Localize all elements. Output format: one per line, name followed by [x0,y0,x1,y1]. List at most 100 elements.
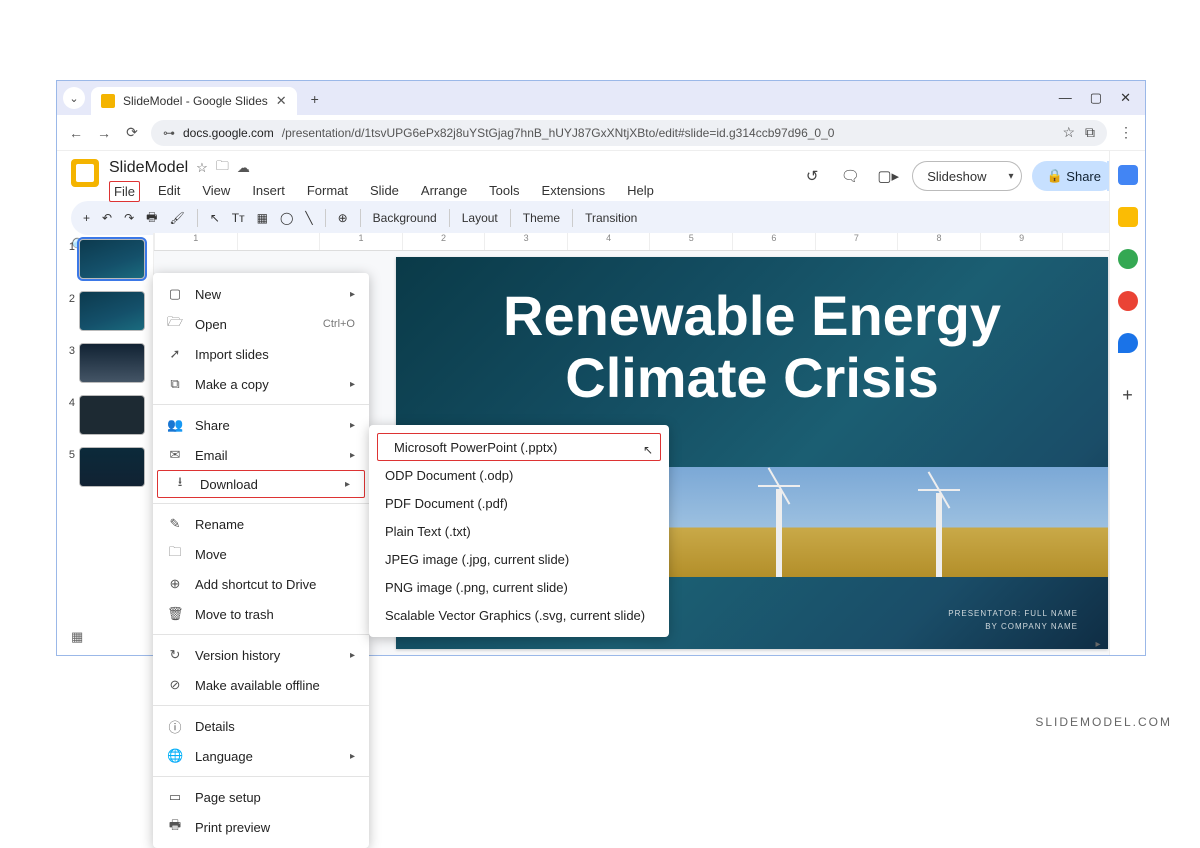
slideshow-button[interactable]: Slideshow [912,161,1000,191]
maximize-button[interactable]: ▢ [1090,90,1102,106]
download-option[interactable]: PDF Document (.pdf) [369,489,669,517]
tasks-icon[interactable] [1118,249,1138,269]
browser-menu-button[interactable]: ⋮ [1117,124,1135,141]
forward-button[interactable]: → [95,125,113,141]
download-submenu: ↖ Microsoft PowerPoint (.pptx)ODP Docume… [369,425,669,637]
tab-search-button[interactable]: ⌄ [63,87,85,109]
details-icon: ⓘ [167,717,183,736]
meet-icon[interactable]: ▢▸ [874,162,902,190]
browser-tab[interactable]: SlideModel - Google Slides ✕ [91,87,297,115]
site-info-icon[interactable]: ⊶ [163,126,175,140]
share-icon: 👥 [167,417,183,433]
move-icon[interactable]: 🗀 [216,157,229,179]
reload-button[interactable]: ⟳ [123,124,141,141]
slide-thumb-2[interactable] [79,291,145,331]
file-menu-download[interactable]: ⭳Download▸ [157,470,365,498]
add-slide-button[interactable]: + [83,211,90,225]
download-option[interactable]: Microsoft PowerPoint (.pptx) [377,433,661,461]
comments-icon[interactable]: 🗨 [836,162,864,190]
file-menu-email[interactable]: ✉Email▸ [153,440,369,470]
file-menu-rename[interactable]: ✎Rename [153,509,369,539]
file-menu-move[interactable]: 🗀Move [153,539,369,569]
file-menu-print-preview[interactable]: 🖶Print preview [153,812,369,842]
file-menu-open[interactable]: 🗁OpenCtrl+O [153,309,369,339]
menu-extensions[interactable]: Extensions [538,181,610,202]
comment-add-icon[interactable]: ⊕ [338,211,348,225]
maps-icon[interactable] [1118,333,1138,353]
file-menu-version-history[interactable]: ↻Version history▸ [153,640,369,670]
scroll-right-icon[interactable]: ▸ [1091,639,1105,649]
new-tab-button[interactable]: + [303,87,327,111]
download-option[interactable]: PNG image (.png, current slide) [369,573,669,601]
cursor-tool-icon[interactable]: ↖ [210,211,220,225]
menu-view[interactable]: View [198,181,234,202]
star-icon[interactable]: ☆ [196,160,208,176]
redo-button[interactable]: ↷ [124,211,134,225]
file-menu-import-slides[interactable]: ➚Import slides [153,339,369,369]
menu-file[interactable]: File [109,181,140,202]
bookmark-icon[interactable]: ☆ [1062,124,1075,141]
back-button[interactable]: ← [67,125,85,141]
background-button[interactable]: Background [373,211,437,225]
submenu-arrow-icon: ▸ [345,479,350,490]
menu-format[interactable]: Format [303,181,352,202]
layout-button[interactable]: Layout [462,211,498,225]
download-option[interactable]: Scalable Vector Graphics (.svg, current … [369,601,669,629]
menu-edit[interactable]: Edit [154,181,184,202]
close-tab-icon[interactable]: ✕ [276,93,287,109]
download-option[interactable]: Plain Text (.txt) [369,517,669,545]
slide-thumb-1[interactable] [79,239,145,279]
download-option[interactable]: ODP Document (.odp) [369,461,669,489]
keep-icon[interactable] [1118,207,1138,227]
transition-button[interactable]: Transition [585,211,637,225]
file-menu-page-setup[interactable]: ▭Page setup [153,782,369,812]
extensions-icon[interactable]: ⧉ [1085,124,1095,141]
file-menu-make-available-offline[interactable]: ⊘Make available offline [153,670,369,700]
version-history-icon: ↻ [167,647,183,663]
file-menu-add-shortcut-to-drive[interactable]: ⊕Add shortcut to Drive [153,569,369,599]
shape-tool-icon[interactable]: ◯ [280,211,293,225]
download-option[interactable]: JPEG image (.jpg, current slide) [369,545,669,573]
line-tool-icon[interactable]: ╲ [305,211,312,225]
slide-thumb-4[interactable] [79,395,145,435]
submenu-arrow-icon: ▸ [350,379,355,390]
language-icon: 🌐 [167,748,183,764]
cloud-status-icon[interactable]: ☁ [237,160,250,176]
add-shortcut-to-drive-icon: ⊕ [167,576,183,592]
page-setup-icon: ▭ [167,789,183,805]
file-menu-language[interactable]: 🌐Language▸ [153,741,369,771]
undo-button[interactable]: ↶ [102,211,112,225]
paint-format-button[interactable]: 🖌 [169,211,184,225]
addons-button[interactable]: + [1122,385,1133,406]
slide-thumb-3[interactable] [79,343,145,383]
grid-view-icon[interactable]: ▦ [71,629,83,645]
contacts-icon[interactable] [1118,291,1138,311]
menu-slide[interactable]: Slide [366,181,403,202]
close-window-button[interactable]: ✕ [1120,90,1131,106]
file-menu-details[interactable]: ⓘDetails [153,711,369,741]
print-button[interactable]: 🖶 [146,208,157,229]
slides-logo-icon[interactable] [71,159,99,187]
app-header: SlideModel ☆ 🗀 ☁ File Edit View Insert F… [57,151,1145,197]
share-button[interactable]: 🔒 Share [1032,161,1115,191]
menu-tools[interactable]: Tools [485,181,523,202]
history-icon[interactable]: ↺ [798,162,826,190]
minimize-button[interactable]: — [1059,90,1072,106]
file-menu-new[interactable]: ▢New▸ [153,279,369,309]
theme-button[interactable]: Theme [523,211,560,225]
slideshow-dropdown[interactable]: ▾ [1000,161,1022,191]
image-tool-icon[interactable]: ▦ [257,211,268,225]
calendar-icon[interactable] [1118,165,1138,185]
file-menu-share[interactable]: 👥Share▸ [153,410,369,440]
document-title[interactable]: SlideModel [109,159,188,177]
slide-thumb-5[interactable] [79,447,145,487]
menu-help[interactable]: Help [623,181,658,202]
menu-bar: File Edit View Insert Format Slide Arran… [109,181,658,202]
file-menu-move-to-trash[interactable]: 🗑Move to trash [153,599,369,629]
import-slides-icon: ➚ [167,346,183,362]
textbox-tool-icon[interactable]: Tᴛ [232,211,245,225]
file-menu-make-a-copy[interactable]: ⧉Make a copy▸ [153,369,369,399]
menu-insert[interactable]: Insert [248,181,289,202]
menu-arrange[interactable]: Arrange [417,181,471,202]
address-bar[interactable]: ⊶ docs.google.com/presentation/d/1tsvUPG… [151,120,1107,146]
